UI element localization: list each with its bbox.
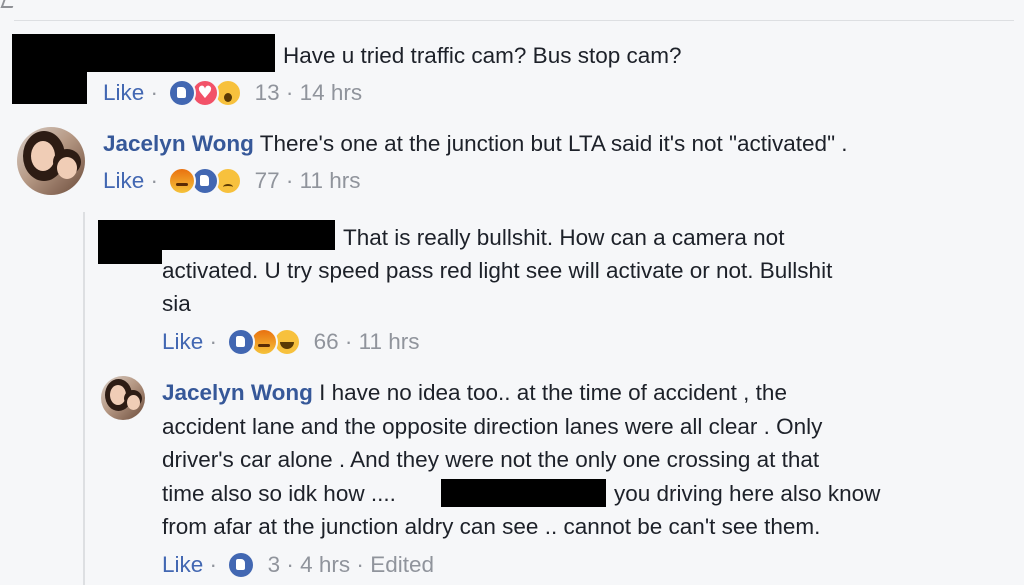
reply-text-line: That is really bullshit. How can a camer…	[343, 225, 785, 250]
like-link[interactable]: Like	[162, 329, 203, 354]
collapse-arrow-icon[interactable]	[0, 0, 16, 8]
reply-text-line: sia	[162, 291, 191, 316]
reply-text-line: Jacelyn Wong I have no idea too.. at the…	[162, 376, 787, 409]
comment-actions: Like · 77 · 11 hrs	[103, 167, 361, 195]
timestamp[interactable]: 4 hrs	[300, 552, 350, 577]
like-link[interactable]: Like	[103, 168, 144, 193]
reply-text-line: you driving here also know	[614, 481, 881, 506]
reactions-summary[interactable]	[227, 328, 302, 356]
reply-text-line: time also so idk how ....	[162, 481, 396, 506]
reactions-summary[interactable]	[168, 167, 243, 195]
avatar[interactable]	[17, 127, 85, 195]
avatar[interactable]	[101, 376, 145, 420]
timestamp[interactable]: 14 hrs	[300, 80, 363, 105]
angry-icon	[168, 167, 197, 195]
separator: ·	[286, 552, 294, 577]
separator: ·	[285, 168, 294, 193]
reply-actions: Like · 66 · 11 hrs	[162, 328, 420, 356]
timestamp[interactable]: 11 hrs	[359, 329, 420, 354]
separator: ·	[344, 329, 353, 354]
redacted-author-name	[160, 220, 335, 250]
reply-text-line: accident lane and the opposite direction…	[162, 414, 823, 439]
reaction-count[interactable]: 66	[314, 329, 339, 354]
separator: ·	[285, 80, 294, 105]
timestamp[interactable]: 11 hrs	[300, 168, 361, 193]
separator: ·	[150, 80, 159, 105]
reply-thread-line	[83, 212, 85, 585]
separator: ·	[150, 168, 159, 193]
redacted-avatar	[12, 34, 87, 104]
reply-text-line: from afar at the junction aldry can see …	[162, 514, 821, 539]
redacted-author-name	[85, 34, 275, 72]
reactions-summary[interactable]	[227, 551, 256, 579]
reaction-count[interactable]: 3	[268, 552, 281, 577]
reply-text-line: activated. U try speed pass red light se…	[162, 258, 833, 283]
author-name[interactable]: Jacelyn Wong	[162, 380, 313, 405]
redacted-mention	[441, 479, 606, 507]
reaction-count[interactable]: 77	[255, 168, 280, 193]
like-icon	[168, 79, 197, 107]
comment-body: Jacelyn Wong There's one at the junction…	[103, 127, 848, 160]
separator: ·	[209, 552, 218, 577]
separator: ·	[209, 329, 218, 354]
reply-text: I have no idea too.. at the time of acci…	[319, 380, 787, 405]
comment-actions: Like · 13 · 14 hrs	[103, 79, 362, 107]
edited-label[interactable]: Edited	[370, 552, 434, 577]
redacted-avatar	[98, 220, 162, 264]
reactions-summary[interactable]	[168, 79, 243, 107]
top-divider	[14, 20, 1014, 21]
like-link[interactable]: Like	[103, 80, 144, 105]
reply-actions: Like · 3 · 4 hrs · Edited	[162, 551, 434, 579]
author-name[interactable]: Jacelyn Wong	[103, 131, 254, 156]
comment-text: There's one at the junction but LTA said…	[259, 131, 848, 156]
reaction-count[interactable]: 13	[255, 80, 280, 105]
like-icon	[227, 551, 256, 579]
like-link[interactable]: Like	[162, 552, 203, 577]
comment-text: Have u tried traffic cam? Bus stop cam?	[283, 43, 682, 68]
separator: ·	[356, 552, 364, 577]
like-icon	[227, 328, 256, 356]
reply-text-line: driver's car alone . And they were not t…	[162, 447, 820, 472]
